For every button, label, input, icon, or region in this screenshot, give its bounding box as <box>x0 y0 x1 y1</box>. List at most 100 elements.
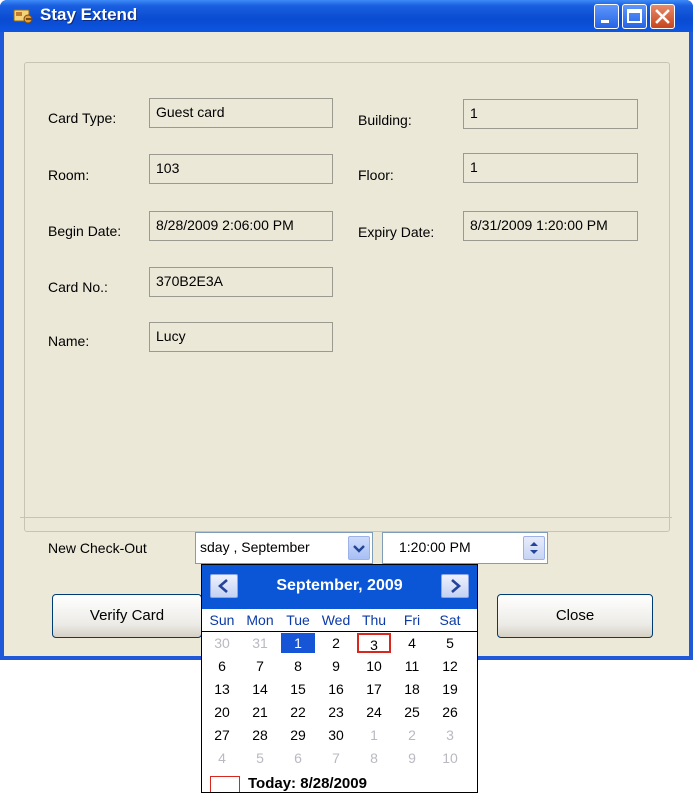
close-icon <box>655 9 670 24</box>
calendar-day[interactable]: 19 <box>433 679 467 699</box>
weekday-sat: Sat <box>439 612 461 628</box>
calendar-popup: September, 2009 Sun Mon Tue Wed Thu Fri Sat 30… <box>201 564 478 793</box>
calendar-day[interactable]: 16 <box>319 679 353 699</box>
calendar-day[interactable]: 21 <box>243 702 277 722</box>
begin-date-field[interactable]: 8/28/2009 2:06:00 PM <box>149 211 333 241</box>
calendar-day[interactable]: 1 <box>357 725 391 745</box>
calendar-day[interactable]: 31 <box>243 633 277 653</box>
checkout-time-value: 1:20:00 PM <box>399 539 471 555</box>
window-title: Stay Extend <box>40 5 138 24</box>
calendar-day[interactable]: 12 <box>433 656 467 676</box>
calendar-day[interactable]: 23 <box>319 702 353 722</box>
calendar-day[interactable]: 9 <box>395 748 429 768</box>
calendar-day[interactable]: 18 <box>395 679 429 699</box>
weekday-wed: Wed <box>321 612 351 628</box>
name-field[interactable]: Lucy <box>149 322 333 352</box>
window-client-area: Card Type: Guest card Building: 1 Room: … <box>4 32 689 656</box>
maximize-button[interactable] <box>622 4 647 29</box>
calendar-day[interactable]: 5 <box>433 633 467 653</box>
previous-month-button[interactable] <box>210 574 238 598</box>
card-no-field[interactable]: 370B2E3A <box>149 267 333 297</box>
calendar-day[interactable]: 5 <box>243 748 277 768</box>
calendar-day[interactable]: 30 <box>205 633 239 653</box>
calendar-day[interactable]: 10 <box>433 748 467 768</box>
floor-field[interactable]: 1 <box>463 153 638 183</box>
calendar-day[interactable]: 7 <box>319 748 353 768</box>
calendar-day[interactable]: 25 <box>395 702 429 722</box>
calendar-day[interactable]: 28 <box>243 725 277 745</box>
weekday-fri: Fri <box>403 612 421 628</box>
calendar-day[interactable]: 29 <box>281 725 315 745</box>
calendar-today-footer[interactable]: Today: 8/28/2009 <box>206 773 476 792</box>
calendar-day[interactable]: 7 <box>243 656 277 676</box>
calendar-day[interactable]: 15 <box>281 679 315 699</box>
card-info-group <box>24 62 670 532</box>
calendar-day[interactable]: 27 <box>205 725 239 745</box>
calendar-day[interactable]: 8 <box>281 656 315 676</box>
calendar-day[interactable]: 26 <box>433 702 467 722</box>
chevron-down-icon <box>353 545 365 553</box>
card-no-label: Card No.: <box>48 279 108 295</box>
calendar-day[interactable]: 4 <box>395 633 429 653</box>
key-card-icon <box>13 9 33 24</box>
calendar-day[interactable]: 1 <box>281 633 315 653</box>
calendar-day[interactable]: 22 <box>281 702 315 722</box>
floor-label: Floor: <box>358 167 394 183</box>
checkout-time-field[interactable]: 1:20:00 PM <box>382 532 548 564</box>
begin-date-label: Begin Date: <box>48 223 122 239</box>
calendar-day[interactable]: 24 <box>357 702 391 722</box>
checkout-date-value: sday , September <box>200 539 310 555</box>
name-label: Name: <box>48 333 90 349</box>
calendar-day[interactable]: 6 <box>205 656 239 676</box>
calendar-day[interactable]: 3 <box>433 725 467 745</box>
time-spinner[interactable] <box>523 536 545 560</box>
calendar-day[interactable]: 9 <box>319 656 353 676</box>
close-button[interactable]: Close <box>497 594 653 638</box>
calendar-day-grid: 30 31 1 2 3 4 5 6 7 8 9 10 11 12 13 14 15 16 17 18 19 20 21 22 2… <box>202 633 477 773</box>
calendar-day[interactable]: 17 <box>357 679 391 699</box>
calendar-day[interactable]: 10 <box>357 656 391 676</box>
room-label: Room: <box>48 167 90 183</box>
minimize-button[interactable] <box>594 4 619 29</box>
title-bar[interactable]: Stay Extend <box>0 0 693 32</box>
calendar-weekday-header: Sun Mon Tue Wed Thu Fri Sat <box>202 612 477 632</box>
close-window-button[interactable] <box>650 4 675 29</box>
spin-up-down-icon <box>530 542 538 554</box>
today-marker <box>210 776 240 792</box>
chevron-left-icon <box>218 579 228 593</box>
next-month-button[interactable] <box>441 574 469 598</box>
calendar-day[interactable]: 2 <box>395 725 429 745</box>
room-field[interactable]: 103 <box>149 154 333 184</box>
weekday-tue: Tue <box>286 612 310 628</box>
calendar-day[interactable]: 6 <box>281 748 315 768</box>
minimize-icon <box>601 20 609 23</box>
expiry-date-label: Expiry Date: <box>358 224 435 240</box>
calendar-day[interactable]: 14 <box>243 679 277 699</box>
maximize-icon <box>627 9 642 23</box>
chevron-right-icon <box>451 579 461 593</box>
expiry-date-field[interactable]: 8/31/2009 1:20:00 PM <box>463 211 638 241</box>
today-label: Today: 8/28/2009 <box>248 775 367 792</box>
stay-extend-window: Stay Extend Card Type: Guest card Buildi… <box>0 0 693 660</box>
calendar-day[interactable]: 13 <box>205 679 239 699</box>
card-type-field[interactable]: Guest card <box>149 98 333 128</box>
weekday-thu: Thu <box>361 612 387 628</box>
weekday-sun: Sun <box>209 612 235 628</box>
calendar-day[interactable]: 3 <box>357 633 391 653</box>
card-type-label: Card Type: <box>48 110 117 126</box>
calendar-day[interactable]: 30 <box>319 725 353 745</box>
checkout-date-picker[interactable]: sday , September <box>195 532 373 564</box>
date-dropdown-button[interactable] <box>348 536 370 560</box>
verify-card-button[interactable]: Verify Card <box>52 594 202 638</box>
calendar-day[interactable]: 11 <box>395 656 429 676</box>
calendar-day[interactable]: 4 <box>205 748 239 768</box>
building-label: Building: <box>358 112 412 128</box>
calendar-day[interactable]: 8 <box>357 748 391 768</box>
calendar-day[interactable]: 20 <box>205 702 239 722</box>
calendar-day[interactable]: 2 <box>319 633 353 653</box>
building-field[interactable]: 1 <box>463 99 638 129</box>
new-checkout-label: New Check-Out <box>48 540 147 556</box>
calendar-month-title[interactable]: September, 2009 <box>242 577 437 595</box>
calendar-header: September, 2009 <box>202 565 477 609</box>
section-divider <box>20 517 672 518</box>
